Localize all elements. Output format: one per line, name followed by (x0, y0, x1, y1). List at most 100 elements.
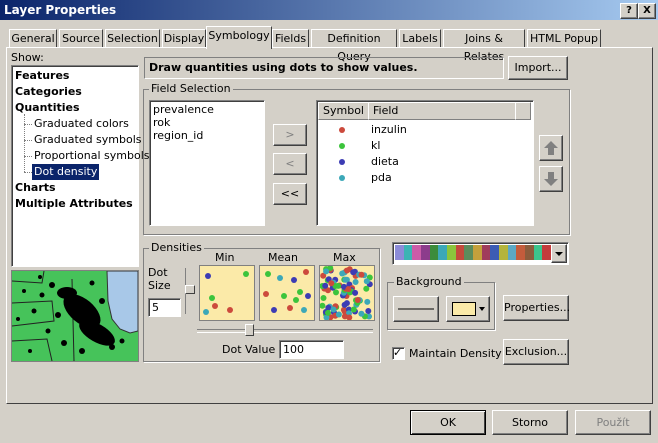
properties-button[interactable]: Properties... (503, 295, 570, 321)
density-dot (328, 280, 335, 287)
dot-size-slider-thumb[interactable] (185, 285, 195, 294)
chevron-down-icon (555, 252, 563, 256)
tab-definition-query[interactable]: Definition Query (311, 29, 397, 63)
density-dot (323, 268, 330, 275)
available-field-item[interactable]: region_id (153, 128, 203, 144)
density-dot (363, 285, 370, 292)
symbol-dot-dieta (339, 159, 345, 165)
density-dot (352, 289, 359, 296)
color-ramp-swatch (429, 245, 439, 260)
density-dot (342, 276, 349, 283)
import-button[interactable]: Import... (508, 56, 568, 80)
tab-selection[interactable]: Selection (105, 29, 160, 48)
tab-html-popup[interactable]: HTML Popup (527, 29, 601, 48)
color-ramp-swatch (542, 245, 552, 260)
apply-button[interactable]: Použít (575, 410, 651, 435)
ok-button[interactable]: OK (410, 410, 486, 435)
tree-connector (24, 172, 32, 173)
mean-density-preview[interactable] (259, 265, 315, 321)
dot-value-slider[interactable] (197, 329, 373, 333)
line-symbol-icon (398, 308, 434, 310)
maintain-density-label: Maintain Density (409, 347, 502, 360)
dot-size-input[interactable]: 5 (148, 298, 181, 317)
tree-item-graduated-symbols[interactable]: Graduated symbols (34, 132, 142, 148)
selected-fields-table[interactable]: Symbol Field inzulin kl dieta pda (316, 100, 534, 226)
move-down-button[interactable] (539, 166, 563, 192)
tab-fields[interactable]: Fields (272, 29, 309, 48)
color-ramp-dropdown[interactable] (392, 242, 569, 265)
color-ramp-swatch (533, 245, 543, 260)
cancel-button[interactable]: Storno (492, 410, 568, 435)
density-dot (363, 278, 370, 285)
background-outline-button[interactable] (393, 296, 439, 322)
tree-connector (24, 140, 32, 141)
symbol-column-header[interactable]: Symbol (318, 102, 372, 120)
density-dot (364, 298, 371, 305)
arrow-down-icon (544, 172, 558, 186)
move-up-button[interactable] (539, 135, 563, 161)
dot-value-input[interactable]: 100 (279, 340, 344, 359)
tab-display[interactable]: Display (162, 29, 206, 48)
dot-value-label: Dot Value (222, 343, 276, 356)
tree-connector (24, 156, 32, 157)
tab-general[interactable]: General (9, 29, 57, 48)
max-density-preview[interactable] (319, 265, 375, 321)
tab-labels[interactable]: Labels (399, 29, 441, 48)
density-dot (330, 306, 337, 313)
mean-dots (263, 269, 311, 313)
help-button[interactable]: ? (620, 3, 638, 19)
symbol-dot-pda (339, 175, 345, 181)
tree-item-categories[interactable]: Categories (15, 84, 82, 100)
available-fields-list[interactable]: prevalence rok region_id (149, 100, 265, 226)
density-dot (339, 270, 346, 277)
field-row-label[interactable]: dieta (371, 154, 399, 170)
fill-color-swatch (452, 302, 476, 316)
remove-all-fields-button[interactable]: << (273, 183, 307, 205)
density-dot (345, 286, 352, 293)
tab-source[interactable]: Source (59, 29, 103, 48)
color-ramp-swatch (473, 245, 482, 260)
tree-item-dot-density[interactable]: Dot density (32, 164, 100, 180)
close-button[interactable]: X (638, 3, 656, 19)
maintain-density-checkbox[interactable]: ✓ (392, 346, 405, 360)
densities-label: Densities (149, 241, 204, 254)
window-title: Layer Properties (4, 3, 117, 17)
field-column-header[interactable]: Field (368, 102, 518, 120)
tab-symbology[interactable]: Symbology (206, 26, 272, 49)
description-box: Draw quantities using dots to show value… (144, 57, 504, 79)
show-tree: Features Categories Quantities Graduated… (11, 65, 150, 267)
tab-joins-relates[interactable]: Joins & Relates (443, 29, 525, 63)
arrow-up-icon (544, 141, 558, 155)
dot-value-slider-thumb[interactable] (245, 324, 254, 336)
density-dot (319, 302, 326, 309)
max-label: Max (333, 251, 356, 264)
tree-item-proportional-symbols[interactable]: Proportional symbols (34, 148, 150, 164)
symbol-dot-inzulin (339, 127, 345, 133)
field-row-label[interactable]: pda (371, 170, 392, 186)
background-fill-button[interactable] (446, 296, 490, 322)
field-selection-label: Field Selection (149, 82, 233, 95)
tree-item-features[interactable]: Features (15, 68, 69, 84)
dot-value-text: 100 (283, 343, 304, 356)
field-row-label[interactable]: kl (371, 138, 380, 154)
remove-field-button[interactable]: < (273, 153, 307, 175)
color-ramp-preview (395, 245, 552, 260)
field-row-label[interactable]: inzulin (371, 122, 407, 138)
tree-item-charts[interactable]: Charts (15, 180, 56, 196)
tree-item-multiple-attributes[interactable]: Multiple Attributes (15, 196, 133, 212)
color-ramp-swatch (412, 245, 422, 260)
density-dot (350, 306, 357, 313)
density-dot (354, 297, 361, 303)
description-text: Draw quantities using dots to show value… (149, 61, 418, 74)
tree-item-graduated-colors[interactable]: Graduated colors (34, 116, 129, 132)
color-ramp-dropdown-button[interactable] (551, 244, 567, 263)
add-field-button[interactable]: > (273, 124, 307, 146)
density-dot (320, 295, 327, 301)
map-preview (11, 270, 139, 362)
color-ramp-swatch (421, 245, 430, 260)
min-density-preview[interactable] (199, 265, 255, 321)
exclusion-button[interactable]: Exclusion... (503, 339, 569, 365)
density-dot (358, 310, 365, 317)
color-ramp-swatch (490, 245, 500, 260)
max-dots (319, 265, 373, 321)
